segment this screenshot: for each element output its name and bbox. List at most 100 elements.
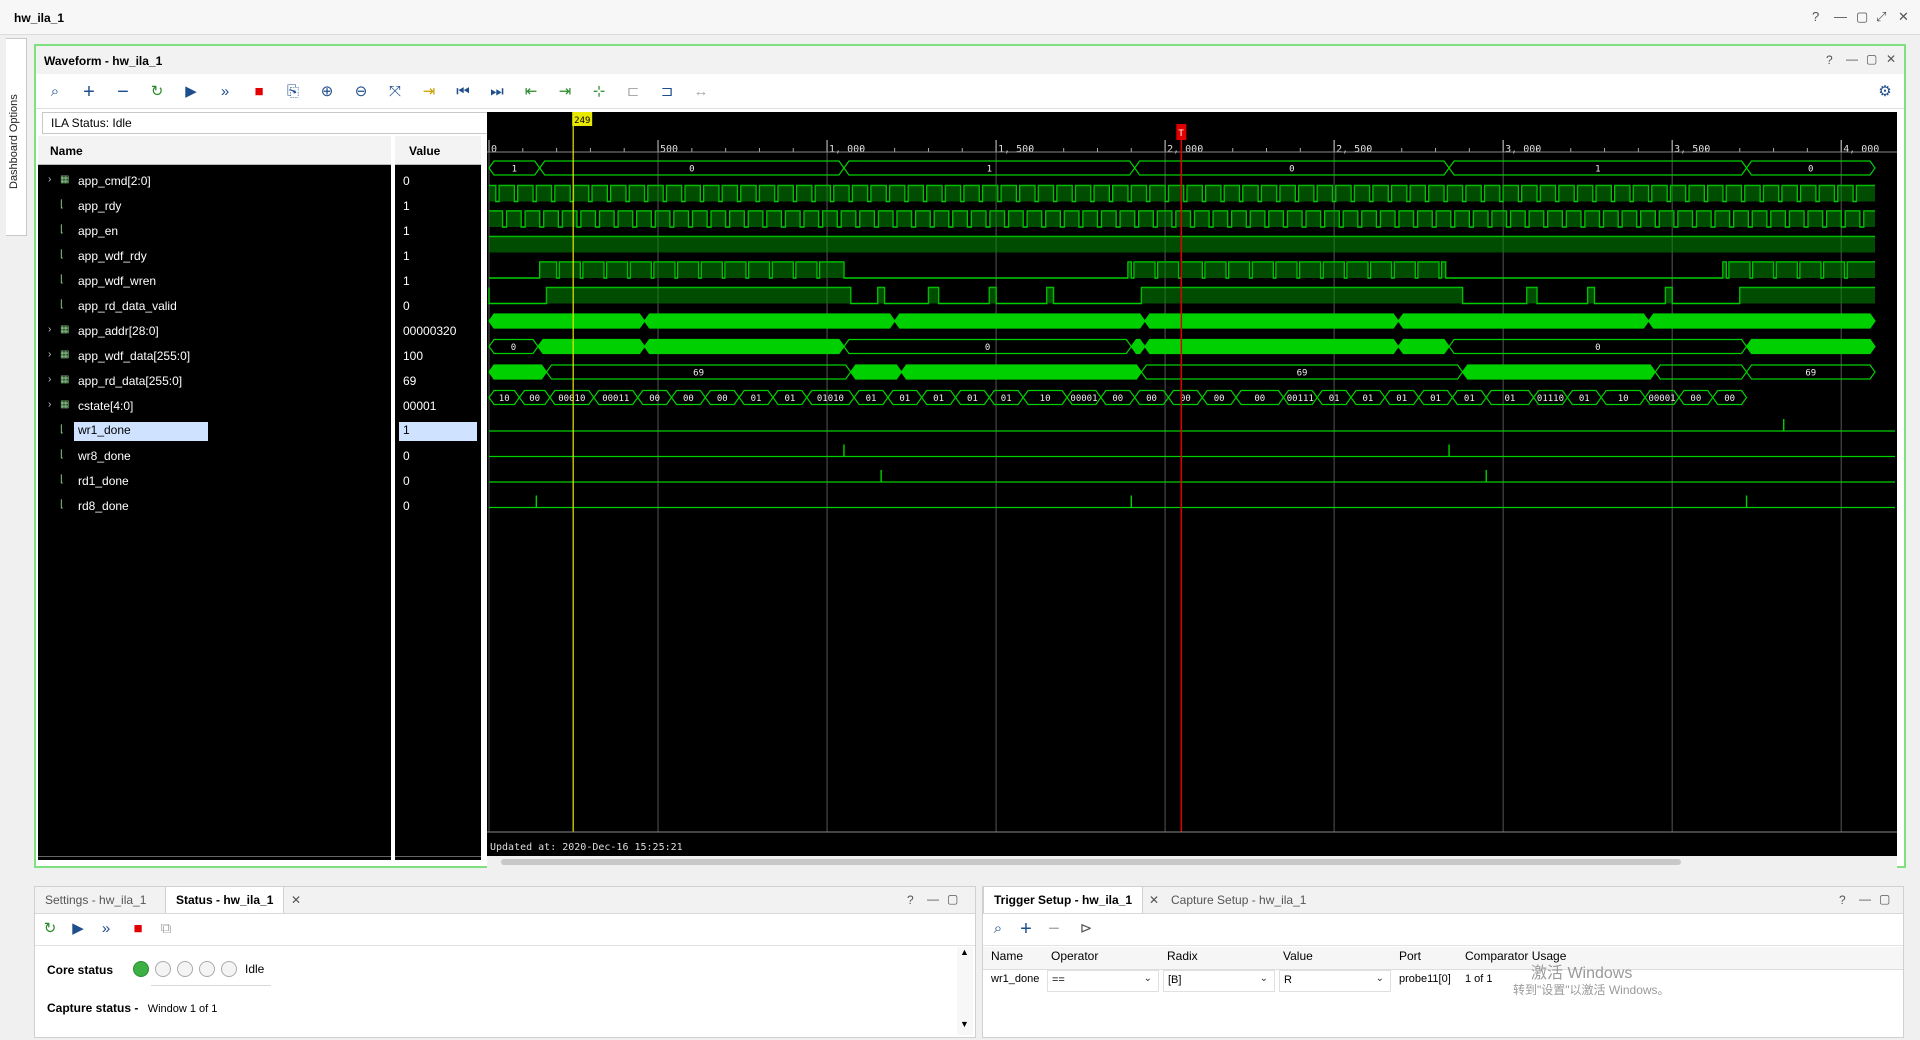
signal-row[interactable]: ⌊ app_rdy	[38, 193, 391, 218]
trigger-row[interactable]: wr1_done == ⌄ [B] ⌄ R ⌄ probe11[0] 1 of …	[983, 969, 1583, 992]
scroll-up-icon[interactable]: ▲	[960, 947, 969, 957]
operator-select[interactable]: == ⌄	[1047, 970, 1159, 992]
tab-trigger-setup[interactable]: Trigger Setup - hw_ila_1	[983, 887, 1144, 913]
go-to-end-icon[interactable]: ⏭	[486, 81, 508, 103]
expand-chevron-icon[interactable]: ›	[48, 174, 51, 185]
signal-row[interactable]: › ▦ app_wdf_data[255:0]	[38, 343, 391, 368]
signal-value-cell[interactable]: 1	[395, 218, 481, 243]
signal-value-cell[interactable]: 0	[395, 293, 481, 318]
trigger-condition-icon[interactable]: ⊳	[1075, 918, 1097, 940]
zoom-out-icon[interactable]: ⊖	[350, 81, 372, 103]
col-name[interactable]: Name	[991, 949, 1023, 969]
add-icon[interactable]: +	[1015, 918, 1037, 940]
signal-value-cell[interactable]: 0	[395, 493, 481, 518]
next-transition-icon[interactable]: ⇥	[554, 81, 576, 103]
col-radix[interactable]: Radix	[1167, 949, 1198, 969]
help-icon[interactable]: ?	[1839, 893, 1846, 907]
refresh-icon[interactable]: ↻	[146, 81, 168, 103]
add-marker-icon[interactable]: ⊹	[588, 81, 610, 103]
col-operator[interactable]: Operator	[1051, 949, 1098, 969]
waveform-svg[interactable]: 0 500 1, 000 1, 500 2, 000 2, 500 3, 000 3, 500…	[487, 112, 1897, 856]
signal-row[interactable]: ⌊ rd1_done	[38, 468, 391, 493]
expand-chevron-icon[interactable]: ›	[48, 399, 51, 410]
close-icon[interactable]: ✕	[1898, 9, 1909, 25]
scrollbar-thumb[interactable]	[501, 859, 1681, 865]
run-trigger-icon[interactable]: ▶	[67, 918, 89, 940]
go-to-start-icon[interactable]: ⏮	[452, 81, 474, 103]
signal-row[interactable]: › ▦ app_rd_data[255:0]	[38, 368, 391, 393]
expand-chevron-icon[interactable]: ›	[48, 349, 51, 360]
value-select[interactable]: R ⌄	[1279, 970, 1391, 992]
maximize-icon[interactable]: ▢	[947, 892, 958, 906]
signal-row[interactable]: ⌊ wr8_done	[38, 443, 391, 468]
refresh-icon[interactable]: ↻	[39, 918, 61, 940]
col-value[interactable]: Value	[1283, 949, 1313, 969]
signal-row[interactable]: ⌊ app_en	[38, 218, 391, 243]
maximize-icon[interactable]: ▢	[1879, 892, 1890, 906]
signal-row[interactable]: ⌊ app_wdf_wren	[38, 268, 391, 293]
tab-settings[interactable]: Settings - hw_ila_1	[35, 887, 156, 913]
signal-row[interactable]: ⌊ app_rd_data_valid	[38, 293, 391, 318]
help-icon[interactable]: ?	[1826, 53, 1833, 67]
stop-icon[interactable]: ■	[248, 81, 270, 103]
scroll-down-icon[interactable]: ▼	[960, 1019, 969, 1029]
waveform-canvas[interactable]: 0 500 1, 000 1, 500 2, 000 2, 500 3, 000 3, 500…	[487, 112, 1897, 856]
bit-high-fill	[952, 211, 968, 227]
radix-select[interactable]: [B] ⌄	[1163, 970, 1275, 992]
signal-value-cell[interactable]: 1	[395, 268, 481, 293]
run-trigger-icon[interactable]: ▶	[180, 81, 202, 103]
signal-value-cell[interactable]: 1	[395, 243, 481, 268]
gear-icon[interactable]: ⚙	[1874, 81, 1896, 103]
dashboard-options-tab[interactable]: Dashboard Options	[6, 38, 27, 236]
value-column-header[interactable]: Value	[395, 136, 481, 165]
stop-icon[interactable]: ■	[127, 918, 149, 940]
go-to-cursor-icon[interactable]: ⇥	[418, 81, 440, 103]
signal-row[interactable]: › ▦ cstate[4:0]	[38, 393, 391, 418]
float-icon[interactable]: ⤢	[1876, 9, 1886, 25]
minimize-icon[interactable]: —	[1834, 9, 1847, 24]
signal-row[interactable]: ⌊ app_wdf_rdy	[38, 243, 391, 268]
signal-row[interactable]: ⌊ rd8_done	[38, 493, 391, 518]
zoom-in-icon[interactable]: ⊕	[316, 81, 338, 103]
status-vscrollbar[interactable]: ▲ ▼	[957, 947, 973, 1035]
minimize-icon[interactable]: —	[927, 892, 939, 906]
search-icon[interactable]: ⌕	[44, 81, 66, 103]
signal-value-cell[interactable]: 100	[395, 343, 481, 368]
signal-value-cell[interactable]: 0	[395, 443, 481, 468]
signal-value-cell[interactable]: 1	[395, 418, 481, 443]
zoom-fit-icon[interactable]: ⤧	[384, 81, 406, 103]
export-icon[interactable]: ⎘	[282, 81, 304, 103]
run-immediate-icon[interactable]: »	[214, 81, 236, 103]
expand-chevron-icon[interactable]: ›	[48, 374, 51, 385]
next-marker-icon[interactable]: ⊐	[656, 81, 678, 103]
tab-status[interactable]: Status - hw_ila_1	[165, 887, 285, 913]
col-port[interactable]: Port	[1399, 949, 1421, 969]
tab-capture-setup[interactable]: Capture Setup - hw_ila_1	[1161, 887, 1316, 913]
close-tab-icon[interactable]: ✕	[291, 893, 301, 907]
signal-value-cell[interactable]: 1	[395, 193, 481, 218]
name-column-header[interactable]: Name	[38, 136, 391, 165]
signal-row[interactable]: › ▦ app_cmd[2:0]	[38, 168, 391, 193]
close-icon[interactable]: ✕	[1886, 52, 1896, 66]
help-icon[interactable]: ?	[1812, 9, 1819, 24]
signal-value-cell[interactable]: 69	[395, 368, 481, 393]
run-immediate-icon[interactable]: »	[95, 918, 117, 940]
minimize-icon[interactable]: —	[1859, 892, 1871, 906]
signal-value-cell[interactable]: 00001	[395, 393, 481, 418]
previous-transition-icon[interactable]: ⇤	[520, 81, 542, 103]
add-icon[interactable]: +	[78, 81, 100, 103]
restore-icon[interactable]: ▢	[1856, 9, 1868, 25]
help-icon[interactable]: ?	[907, 893, 914, 907]
signal-value-cell[interactable]: 00000320	[395, 318, 481, 343]
maximize-icon[interactable]: ▢	[1866, 52, 1877, 66]
signal-value-cell[interactable]: 0	[395, 168, 481, 193]
waveform-hscrollbar[interactable]	[487, 856, 1897, 868]
close-tab-icon[interactable]: ✕	[1149, 893, 1159, 907]
signal-row[interactable]: ⌊ wr1_done	[38, 418, 391, 443]
remove-icon[interactable]: −	[112, 81, 134, 103]
signal-value-cell[interactable]: 0	[395, 468, 481, 493]
signal-row[interactable]: › ▦ app_addr[28:0]	[38, 318, 391, 343]
minimize-icon[interactable]: —	[1846, 52, 1858, 66]
expand-chevron-icon[interactable]: ›	[48, 324, 51, 335]
search-icon[interactable]: ⌕	[987, 918, 1009, 940]
